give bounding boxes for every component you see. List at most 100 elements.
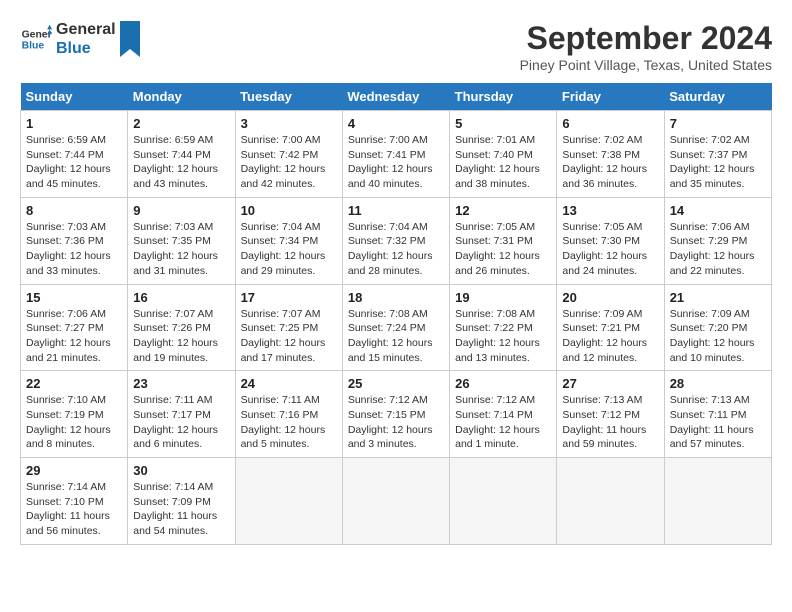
day-cell-7: 7 Sunrise: 7:02 AMSunset: 7:37 PMDayligh… <box>664 111 771 198</box>
calendar-table: SundayMondayTuesdayWednesdayThursdayFrid… <box>20 83 772 545</box>
day-info: Sunrise: 7:11 AMSunset: 7:17 PMDaylight:… <box>133 394 218 450</box>
day-cell-19: 19 Sunrise: 7:08 AMSunset: 7:22 PMDaylig… <box>450 284 557 371</box>
day-number: 14 <box>670 203 766 218</box>
day-number: 24 <box>241 376 337 391</box>
day-cell-18: 18 Sunrise: 7:08 AMSunset: 7:24 PMDaylig… <box>342 284 449 371</box>
header-saturday: Saturday <box>664 83 771 111</box>
day-number: 16 <box>133 290 229 305</box>
day-info: Sunrise: 7:04 AMSunset: 7:34 PMDaylight:… <box>241 221 326 277</box>
day-number: 27 <box>562 376 658 391</box>
header-wednesday: Wednesday <box>342 83 449 111</box>
logo-blue: Blue <box>56 39 116 58</box>
day-info: Sunrise: 7:11 AMSunset: 7:16 PMDaylight:… <box>241 394 326 450</box>
empty-cell <box>235 458 342 545</box>
week-row-1: 1 Sunrise: 6:59 AMSunset: 7:44 PMDayligh… <box>21 111 772 198</box>
day-number: 17 <box>241 290 337 305</box>
day-cell-27: 27 Sunrise: 7:13 AMSunset: 7:12 PMDaylig… <box>557 371 664 458</box>
day-cell-28: 28 Sunrise: 7:13 AMSunset: 7:11 PMDaylig… <box>664 371 771 458</box>
day-cell-10: 10 Sunrise: 7:04 AMSunset: 7:34 PMDaylig… <box>235 197 342 284</box>
day-number: 6 <box>562 116 658 131</box>
day-number: 4 <box>348 116 444 131</box>
day-info: Sunrise: 7:00 AMSunset: 7:41 PMDaylight:… <box>348 134 433 190</box>
day-cell-21: 21 Sunrise: 7:09 AMSunset: 7:20 PMDaylig… <box>664 284 771 371</box>
day-number: 2 <box>133 116 229 131</box>
day-cell-22: 22 Sunrise: 7:10 AMSunset: 7:19 PMDaylig… <box>21 371 128 458</box>
day-cell-9: 9 Sunrise: 7:03 AMSunset: 7:35 PMDayligh… <box>128 197 235 284</box>
svg-text:General: General <box>22 30 52 41</box>
day-info: Sunrise: 7:01 AMSunset: 7:40 PMDaylight:… <box>455 134 540 190</box>
day-number: 7 <box>670 116 766 131</box>
day-info: Sunrise: 7:00 AMSunset: 7:42 PMDaylight:… <box>241 134 326 190</box>
day-cell-3: 3 Sunrise: 7:00 AMSunset: 7:42 PMDayligh… <box>235 111 342 198</box>
day-info: Sunrise: 6:59 AMSunset: 7:44 PMDaylight:… <box>26 134 111 190</box>
day-number: 19 <box>455 290 551 305</box>
day-info: Sunrise: 7:05 AMSunset: 7:31 PMDaylight:… <box>455 221 540 277</box>
day-number: 5 <box>455 116 551 131</box>
header-sunday: Sunday <box>21 83 128 111</box>
day-cell-15: 15 Sunrise: 7:06 AMSunset: 7:27 PMDaylig… <box>21 284 128 371</box>
day-info: Sunrise: 7:06 AMSunset: 7:27 PMDaylight:… <box>26 308 111 364</box>
day-cell-20: 20 Sunrise: 7:09 AMSunset: 7:21 PMDaylig… <box>557 284 664 371</box>
logo-icon: General Blue <box>20 23 52 55</box>
week-row-2: 8 Sunrise: 7:03 AMSunset: 7:36 PMDayligh… <box>21 197 772 284</box>
day-cell-13: 13 Sunrise: 7:05 AMSunset: 7:30 PMDaylig… <box>557 197 664 284</box>
day-info: Sunrise: 7:03 AMSunset: 7:36 PMDaylight:… <box>26 221 111 277</box>
day-cell-24: 24 Sunrise: 7:11 AMSunset: 7:16 PMDaylig… <box>235 371 342 458</box>
day-cell-23: 23 Sunrise: 7:11 AMSunset: 7:17 PMDaylig… <box>128 371 235 458</box>
svg-text:Blue: Blue <box>22 41 45 52</box>
empty-cell <box>342 458 449 545</box>
day-number: 23 <box>133 376 229 391</box>
header-row: SundayMondayTuesdayWednesdayThursdayFrid… <box>21 83 772 111</box>
day-info: Sunrise: 7:13 AMSunset: 7:11 PMDaylight:… <box>670 394 754 450</box>
day-number: 26 <box>455 376 551 391</box>
day-cell-12: 12 Sunrise: 7:05 AMSunset: 7:31 PMDaylig… <box>450 197 557 284</box>
day-info: Sunrise: 7:07 AMSunset: 7:25 PMDaylight:… <box>241 308 326 364</box>
day-cell-29: 29 Sunrise: 7:14 AMSunset: 7:10 PMDaylig… <box>21 458 128 545</box>
header-monday: Monday <box>128 83 235 111</box>
header-friday: Friday <box>557 83 664 111</box>
day-cell-8: 8 Sunrise: 7:03 AMSunset: 7:36 PMDayligh… <box>21 197 128 284</box>
week-row-5: 29 Sunrise: 7:14 AMSunset: 7:10 PMDaylig… <box>21 458 772 545</box>
day-number: 25 <box>348 376 444 391</box>
day-info: Sunrise: 7:12 AMSunset: 7:15 PMDaylight:… <box>348 394 433 450</box>
day-info: Sunrise: 7:09 AMSunset: 7:20 PMDaylight:… <box>670 308 755 364</box>
header-tuesday: Tuesday <box>235 83 342 111</box>
day-number: 21 <box>670 290 766 305</box>
day-number: 18 <box>348 290 444 305</box>
logo-chevron-icon <box>120 21 140 57</box>
day-cell-5: 5 Sunrise: 7:01 AMSunset: 7:40 PMDayligh… <box>450 111 557 198</box>
day-number: 20 <box>562 290 658 305</box>
day-info: Sunrise: 7:09 AMSunset: 7:21 PMDaylight:… <box>562 308 647 364</box>
day-number: 12 <box>455 203 551 218</box>
day-number: 15 <box>26 290 122 305</box>
month-title: September 2024 <box>520 20 772 57</box>
day-cell-4: 4 Sunrise: 7:00 AMSunset: 7:41 PMDayligh… <box>342 111 449 198</box>
day-cell-11: 11 Sunrise: 7:04 AMSunset: 7:32 PMDaylig… <box>342 197 449 284</box>
day-info: Sunrise: 7:08 AMSunset: 7:24 PMDaylight:… <box>348 308 433 364</box>
logo: General Blue General Blue <box>20 20 140 58</box>
header-thursday: Thursday <box>450 83 557 111</box>
day-info: Sunrise: 7:05 AMSunset: 7:30 PMDaylight:… <box>562 221 647 277</box>
day-info: Sunrise: 7:06 AMSunset: 7:29 PMDaylight:… <box>670 221 755 277</box>
day-number: 8 <box>26 203 122 218</box>
day-number: 22 <box>26 376 122 391</box>
week-row-4: 22 Sunrise: 7:10 AMSunset: 7:19 PMDaylig… <box>21 371 772 458</box>
day-info: Sunrise: 7:14 AMSunset: 7:10 PMDaylight:… <box>26 481 110 537</box>
day-cell-14: 14 Sunrise: 7:06 AMSunset: 7:29 PMDaylig… <box>664 197 771 284</box>
day-cell-6: 6 Sunrise: 7:02 AMSunset: 7:38 PMDayligh… <box>557 111 664 198</box>
day-cell-2: 2 Sunrise: 6:59 AMSunset: 7:44 PMDayligh… <box>128 111 235 198</box>
day-info: Sunrise: 7:04 AMSunset: 7:32 PMDaylight:… <box>348 221 433 277</box>
day-number: 9 <box>133 203 229 218</box>
empty-cell <box>450 458 557 545</box>
day-info: Sunrise: 7:07 AMSunset: 7:26 PMDaylight:… <box>133 308 218 364</box>
day-info: Sunrise: 7:02 AMSunset: 7:38 PMDaylight:… <box>562 134 647 190</box>
page-header: General Blue General Blue September 2024… <box>20 20 772 73</box>
title-area: September 2024 Piney Point Village, Texa… <box>520 20 772 73</box>
day-info: Sunrise: 6:59 AMSunset: 7:44 PMDaylight:… <box>133 134 218 190</box>
day-info: Sunrise: 7:02 AMSunset: 7:37 PMDaylight:… <box>670 134 755 190</box>
empty-cell <box>557 458 664 545</box>
empty-cell <box>664 458 771 545</box>
day-cell-30: 30 Sunrise: 7:14 AMSunset: 7:09 PMDaylig… <box>128 458 235 545</box>
day-cell-16: 16 Sunrise: 7:07 AMSunset: 7:26 PMDaylig… <box>128 284 235 371</box>
day-info: Sunrise: 7:03 AMSunset: 7:35 PMDaylight:… <box>133 221 218 277</box>
